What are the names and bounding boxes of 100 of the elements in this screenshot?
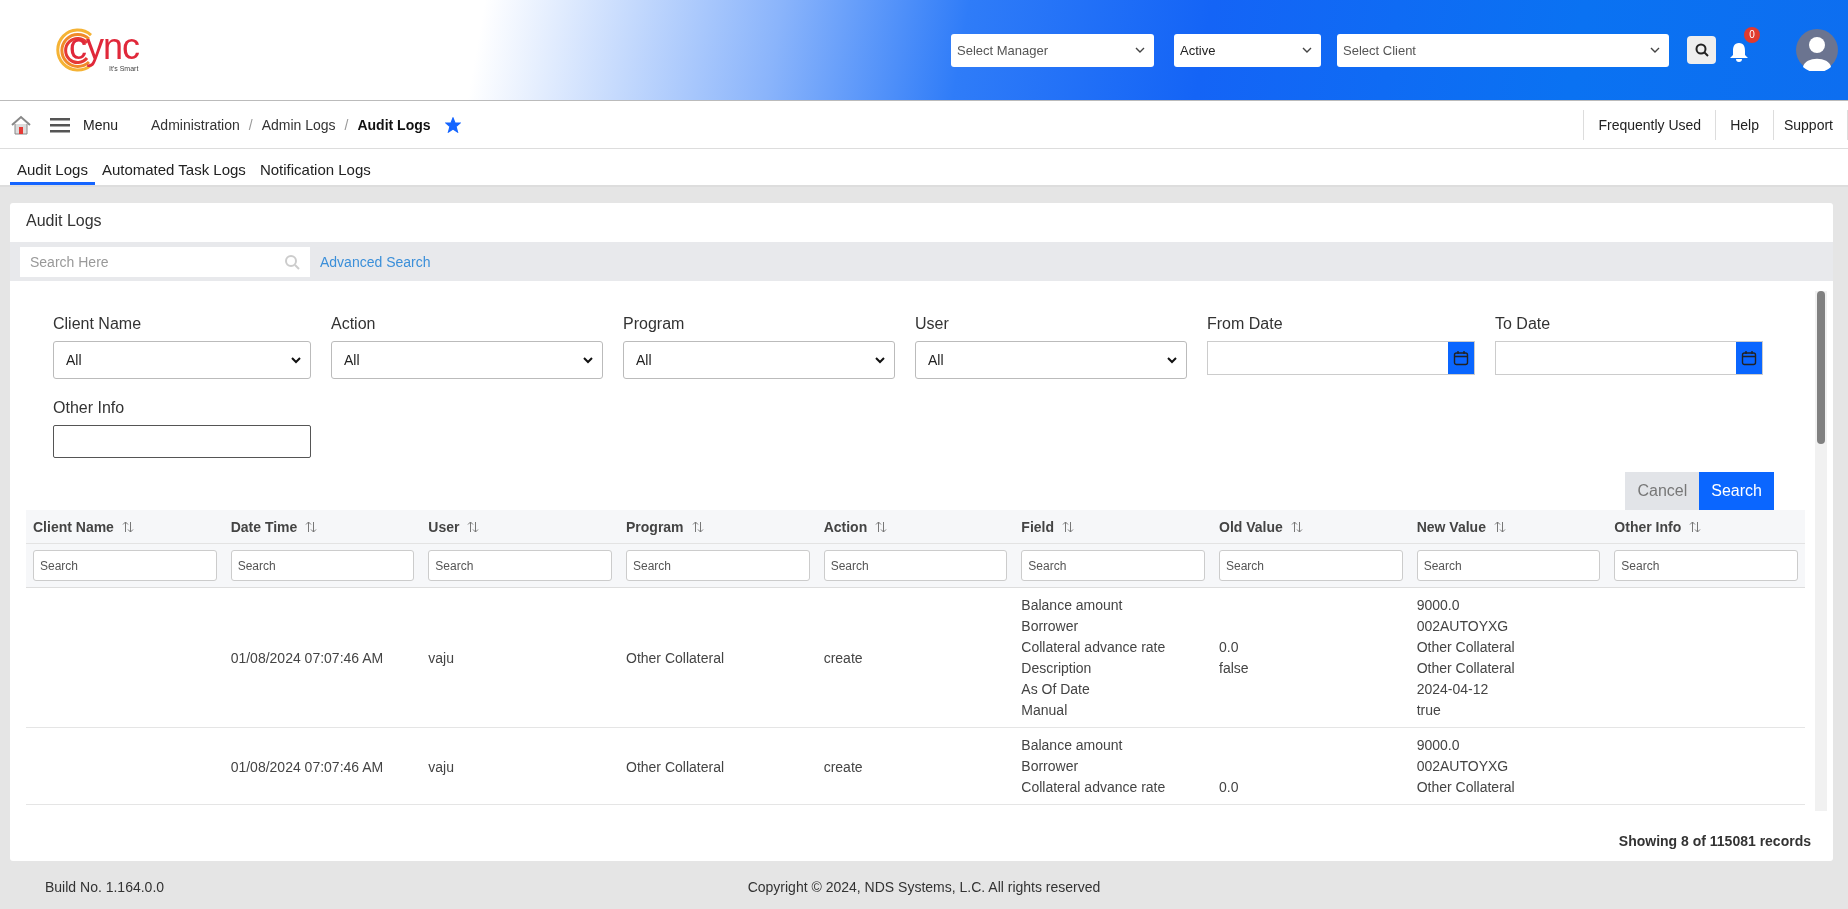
menu-button[interactable]: Menu: [50, 116, 119, 133]
cancel-button[interactable]: Cancel: [1625, 472, 1700, 510]
column-search-field[interactable]: Search: [1219, 550, 1403, 581]
column-header[interactable]: User: [428, 518, 460, 535]
tab[interactable]: Audit Logs: [10, 149, 95, 185]
search-button[interactable]: [1687, 36, 1716, 64]
search-button[interactable]: Search: [1699, 472, 1774, 510]
sort-icon: [691, 520, 704, 533]
filter-label: Other Info: [53, 399, 126, 417]
nav-link[interactable]: Help: [1715, 109, 1773, 140]
build-number: Build No. 1.164.0.0: [45, 879, 166, 895]
table-cell-text: Collateral advance rate: [1021, 778, 1167, 797]
column-header[interactable]: New Value: [1416, 518, 1486, 535]
logo-wordmark: cync: [69, 28, 140, 65]
table-cell-text: 9000.0: [1416, 596, 1461, 615]
copyright-text: Copyright © 2024, NDS Systems, L.C. All rights reserved: [747, 879, 1101, 895]
sort-icon: [875, 520, 888, 533]
table-cell-text: Balance amount: [1021, 736, 1124, 755]
filter-dropdown[interactable]: All: [915, 341, 1187, 379]
column-search-field[interactable]: Search: [230, 550, 415, 581]
table-cell-text: 002AUTOYXG: [1416, 617, 1510, 636]
table-cell-text: Other Collateral: [1416, 638, 1516, 657]
column-search-field[interactable]: Search: [1416, 550, 1601, 581]
table-cell: 01/08/2024 07:07:46 AM: [230, 650, 384, 666]
filter-dropdown[interactable]: All: [331, 341, 603, 379]
sort-icon: [1493, 520, 1506, 533]
notification-count: 0: [1744, 27, 1760, 43]
table-cell-text: 0.0: [1219, 638, 1240, 657]
column-search-field[interactable]: Search: [1614, 550, 1798, 581]
table-cell-text: Manual: [1021, 701, 1069, 720]
bell-icon: [1728, 41, 1750, 63]
search-icon: [1694, 43, 1709, 57]
table-cell-text: Description: [1021, 659, 1093, 678]
scrollbar-thumb[interactable]: [1817, 291, 1825, 444]
table-cell: create: [823, 650, 863, 666]
sort-icon: [1062, 520, 1074, 533]
sort-icon: [121, 520, 134, 533]
table-cell-text: 0.0: [1219, 778, 1240, 797]
table-cell-text: false: [1219, 659, 1250, 678]
filter-label: Client Name: [53, 315, 143, 333]
column-header[interactable]: Program: [626, 518, 684, 535]
filter-label: User: [915, 315, 950, 333]
filter-label: Program: [623, 315, 686, 333]
table-cell-text: 002AUTOYXG: [1416, 757, 1510, 776]
sort-icon: [1290, 520, 1303, 533]
breadcrumb-separator: /: [248, 116, 253, 133]
chevron-down-icon: [874, 354, 886, 366]
column-search-field[interactable]: Search: [1021, 550, 1205, 581]
panel-title: Audit Logs: [25, 211, 103, 231]
column-header[interactable]: Other Info: [1614, 518, 1682, 535]
column-header[interactable]: Old Value: [1219, 518, 1283, 535]
column-header[interactable]: Client Name: [33, 518, 114, 535]
table-cell: Other Collateral: [626, 758, 725, 775]
filter-dropdown[interactable]: All: [623, 341, 895, 379]
table-cell-text: Balance amount: [1021, 596, 1124, 615]
sort-icon: [1689, 520, 1702, 533]
dropdown[interactable]: Active: [1174, 33, 1321, 67]
column-header[interactable]: Date Time: [230, 518, 298, 535]
filter-label: From Date: [1207, 315, 1284, 333]
column-header[interactable]: Action: [823, 518, 868, 535]
search-icon: [284, 253, 300, 270]
record-count: Showing 8 of 115081 records: [1617, 832, 1812, 851]
column-search-field[interactable]: Search: [33, 550, 217, 581]
chevron-down-icon: [582, 354, 594, 366]
table-cell-text: Borrower: [1021, 757, 1080, 776]
column-search-field[interactable]: Search: [428, 550, 612, 581]
sort-icon: [467, 520, 480, 533]
table-cell: vaju: [428, 758, 454, 775]
dropdown[interactable]: Select Manager: [951, 33, 1154, 67]
table-cell-text: Other Collateral: [1416, 659, 1516, 678]
table-cell: vaju: [428, 650, 454, 666]
table-cell-text: true: [1416, 701, 1442, 720]
filter-label: To Date: [1495, 315, 1552, 333]
filter-dropdown[interactable]: All: [53, 341, 311, 379]
table-cell: Other Collateral: [626, 650, 725, 666]
chevron-down-icon: [290, 354, 302, 366]
table-cell-text: Other Collateral: [1416, 778, 1516, 797]
chevron-down-icon: [1166, 354, 1178, 366]
nav-link[interactable]: Support: [1772, 109, 1848, 140]
tab[interactable]: Automated Task Logs: [94, 149, 253, 185]
avatar-icon: [1796, 29, 1838, 71]
column-header[interactable]: Field: [1021, 518, 1054, 535]
dropdown[interactable]: Select Client: [1337, 33, 1669, 67]
table-cell: 01/08/2024 07:07:46 AM: [230, 758, 384, 775]
text-field[interactable]: [53, 425, 311, 458]
breadcrumb-link[interactable]: Audit Logs: [357, 116, 431, 133]
tab[interactable]: Notification Logs: [252, 149, 378, 185]
nav-link[interactable]: Frequently Used: [1583, 109, 1716, 140]
column-search-field[interactable]: Search: [626, 550, 810, 581]
table-cell-text: Collateral advance rate: [1021, 638, 1167, 657]
table-cell-text: 2024-04-12: [1416, 680, 1490, 699]
scrollbar[interactable]: [1815, 291, 1827, 811]
sort-icon: [305, 520, 318, 533]
column-search-field[interactable]: Search: [823, 550, 1008, 581]
table-cell-text: Borrower: [1021, 617, 1080, 636]
menu-icon: [50, 116, 70, 133]
home-button[interactable]: [10, 114, 32, 135]
breadcrumb-link[interactable]: Administration: [151, 116, 240, 133]
filter-label: Action: [331, 315, 377, 333]
breadcrumb-link[interactable]: Admin Logs: [261, 116, 336, 133]
